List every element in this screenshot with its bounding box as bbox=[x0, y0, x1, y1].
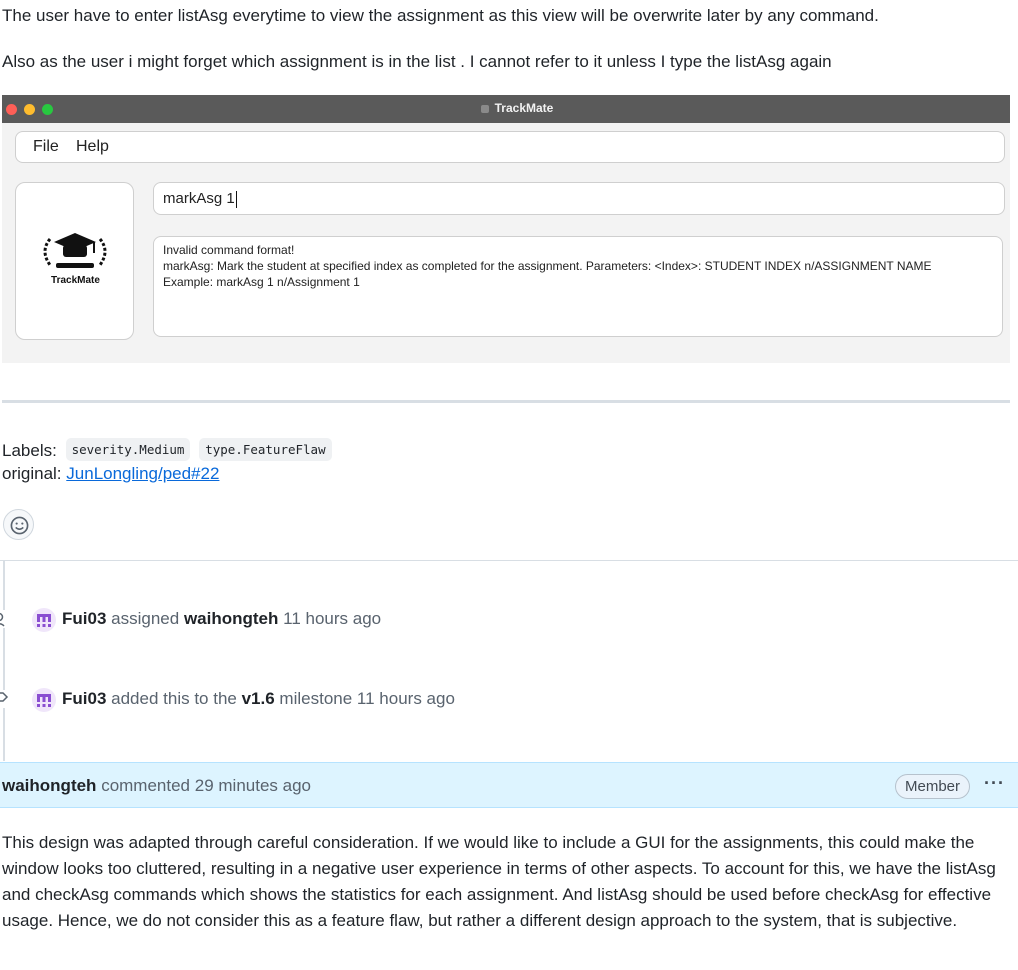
issue-description-line-2: Also as the user i might forget which as… bbox=[2, 52, 832, 71]
avatar[interactable] bbox=[32, 608, 56, 632]
labels-row: Labels: severity.Medium type.FeatureFlaw bbox=[2, 438, 332, 461]
original-issue-link[interactable]: JunLongling/ped#22 bbox=[66, 464, 219, 483]
event-target[interactable]: waihongteh bbox=[184, 609, 278, 628]
text-caret bbox=[235, 190, 237, 208]
app-titlebar: TrackMate bbox=[2, 95, 1010, 123]
member-badge: Member bbox=[895, 774, 971, 799]
comment-options-icon[interactable]: ··· bbox=[984, 773, 1005, 794]
event-suffix: milestone bbox=[279, 689, 353, 708]
app-title-icon bbox=[480, 104, 489, 113]
event-time[interactable]: 11 hours ago bbox=[283, 609, 381, 628]
comment-action: commented bbox=[101, 776, 191, 795]
event-target[interactable]: v1.6 bbox=[242, 689, 275, 708]
result-line: Example: markAsg 1 n/Assignment 1 bbox=[163, 275, 360, 289]
add-reaction-button[interactable] bbox=[3, 509, 34, 540]
avatar[interactable] bbox=[32, 688, 56, 712]
event-text: Fui03 assigned waihongteh 11 hours ago bbox=[62, 609, 381, 629]
result-display: Invalid command format! markAsg: Mark th… bbox=[153, 236, 1003, 337]
comment-author[interactable]: waihongteh bbox=[2, 776, 96, 795]
label-type[interactable]: type.FeatureFlaw bbox=[199, 438, 332, 461]
milestone-icon bbox=[0, 690, 10, 708]
command-box: markAsg 1 bbox=[153, 182, 1005, 215]
labels-prefix: Labels: bbox=[2, 441, 57, 460]
app-logo-text: TrackMate bbox=[51, 275, 100, 286]
result-line: markAsg: Mark the student at specified i… bbox=[163, 259, 932, 273]
event-verb: added this to the bbox=[111, 689, 237, 708]
label-severity[interactable]: severity.Medium bbox=[65, 438, 191, 461]
command-input-value: markAsg 1 bbox=[163, 190, 237, 208]
event-verb: assigned bbox=[111, 609, 180, 628]
menu-help: Help bbox=[76, 138, 109, 155]
issue-description-line-1: The user have to enter listAsg everytime… bbox=[2, 6, 879, 25]
app-screenshot: TrackMate File Help TrackMate markAsg 1 … bbox=[2, 95, 1010, 363]
original-row: original: JunLongling/ped#22 bbox=[2, 464, 219, 484]
command-text: markAsg 1 bbox=[163, 190, 235, 207]
timeline-divider bbox=[0, 560, 1018, 561]
timeline-line bbox=[3, 561, 5, 761]
comment-body: This design was adapted through careful … bbox=[2, 833, 996, 930]
event-time[interactable]: 11 hours ago bbox=[357, 689, 455, 708]
comment-header: waihongteh commented 29 minutes ago Memb… bbox=[0, 762, 1018, 808]
comment-meta: waihongteh commented 29 minutes ago bbox=[2, 776, 311, 796]
app-menubar: File Help bbox=[15, 131, 1005, 163]
event-actor[interactable]: Fui03 bbox=[62, 689, 106, 708]
result-line: Invalid command format! bbox=[163, 243, 295, 257]
event-actor[interactable]: Fui03 bbox=[62, 609, 106, 628]
graduation-cap-icon bbox=[43, 233, 107, 268]
event-text: Fui03 added this to the v1.6 milestone 1… bbox=[62, 689, 455, 709]
app-title-text: TrackMate bbox=[494, 101, 554, 115]
app-window-title: TrackMate bbox=[2, 101, 1018, 115]
person-icon bbox=[0, 610, 10, 628]
original-prefix: original: bbox=[2, 464, 62, 483]
menu-file: File bbox=[33, 138, 59, 155]
smiley-icon bbox=[10, 516, 29, 535]
app-logo-panel: TrackMate bbox=[15, 182, 134, 340]
comment-time[interactable]: 29 minutes ago bbox=[195, 776, 311, 795]
section-divider bbox=[2, 400, 1010, 403]
